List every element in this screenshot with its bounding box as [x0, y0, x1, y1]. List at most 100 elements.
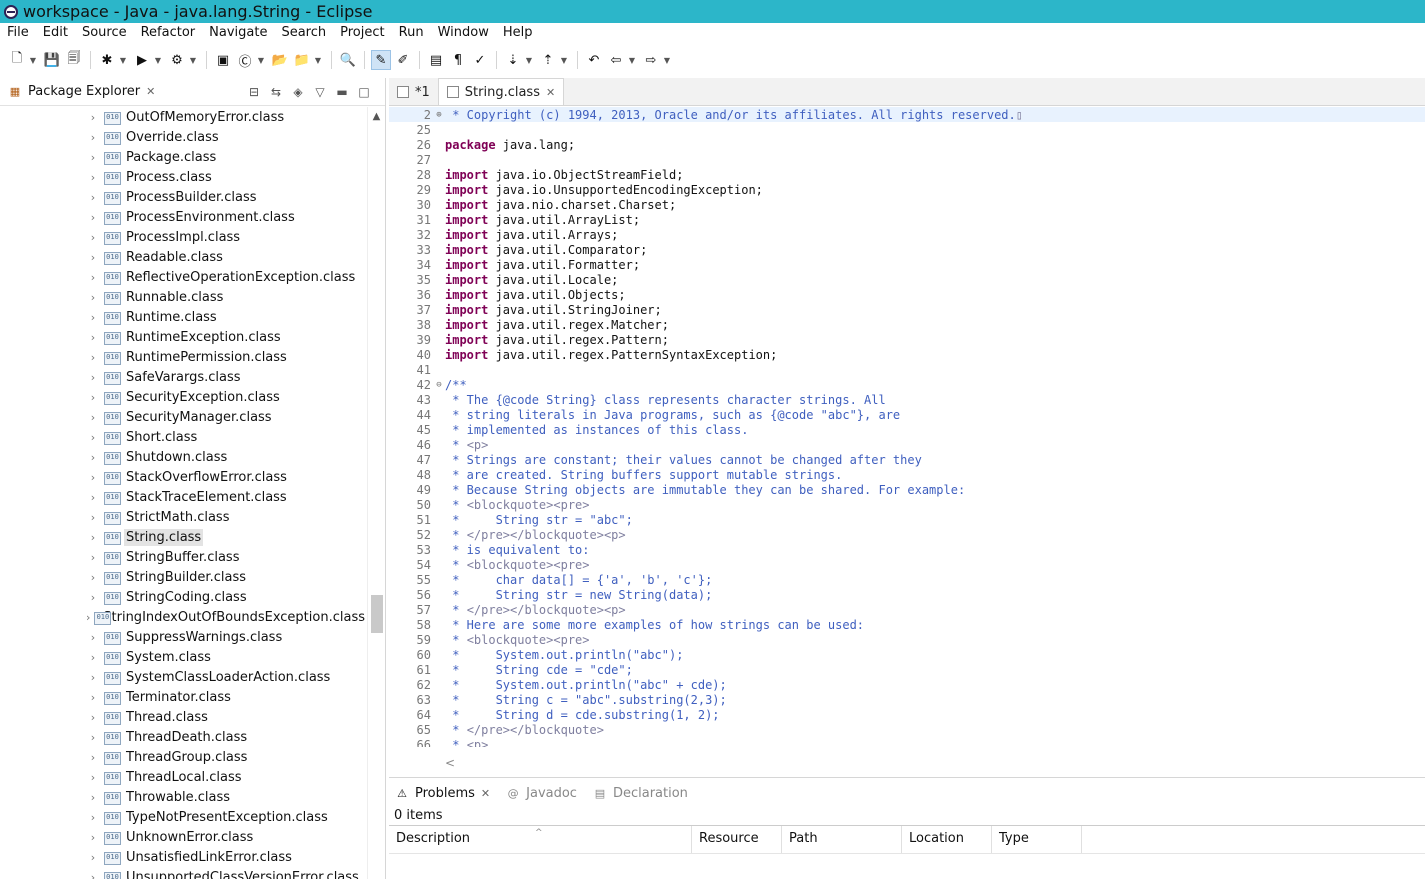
- tree-item[interactable]: › Throwable.class: [0, 787, 367, 807]
- minimize-icon[interactable]: ▬: [331, 85, 353, 99]
- expand-arrow-icon[interactable]: ›: [86, 551, 100, 564]
- tab-package-explorer[interactable]: ▦ Package Explorer ✕: [0, 78, 161, 106]
- open-task-icon[interactable]: 📁: [292, 50, 312, 70]
- tree-item[interactable]: › ThreadDeath.class: [0, 727, 367, 747]
- expand-arrow-icon[interactable]: ›: [86, 831, 100, 844]
- tree-item[interactable]: › StringCoding.class: [0, 587, 367, 607]
- expand-arrow-icon[interactable]: ›: [86, 811, 100, 824]
- tree-item[interactable]: › Readable.class: [0, 247, 367, 267]
- expand-arrow-icon[interactable]: ›: [86, 611, 90, 624]
- expand-arrow-icon[interactable]: ›: [86, 451, 100, 464]
- expand-arrow-icon[interactable]: ›: [86, 271, 100, 284]
- toggle-mark-occurrences-icon[interactable]: ✎: [371, 50, 391, 70]
- tree-item[interactable]: › ThreadGroup.class: [0, 747, 367, 767]
- expand-arrow-icon[interactable]: ›: [86, 411, 100, 424]
- new-class-icon[interactable]: Ⓒ: [235, 50, 255, 70]
- tab-declaration[interactable]: ▤ Declaration: [587, 786, 698, 801]
- tree-item[interactable]: › StringIndexOutOfBoundsException.class: [0, 607, 367, 627]
- forward-icon[interactable]: ⇨: [641, 50, 661, 70]
- tree-item[interactable]: › Process.class: [0, 167, 367, 187]
- open-type-icon[interactable]: 📂: [270, 50, 290, 70]
- expand-arrow-icon[interactable]: ›: [86, 651, 100, 664]
- search-icon[interactable]: 🔍: [338, 50, 358, 70]
- expand-arrow-icon[interactable]: ›: [86, 391, 100, 404]
- expand-arrow-icon[interactable]: ›: [86, 671, 100, 684]
- tree-item[interactable]: › ProcessBuilder.class: [0, 187, 367, 207]
- tree-item[interactable]: › Thread.class: [0, 707, 367, 727]
- menu-file[interactable]: File: [0, 23, 36, 43]
- expand-arrow-icon[interactable]: ›: [86, 851, 100, 864]
- dropdown-arrow-icon[interactable]: ▼: [28, 50, 38, 70]
- maximize-icon[interactable]: □: [353, 85, 375, 99]
- tree-item[interactable]: › StringBuilder.class: [0, 567, 367, 587]
- expand-arrow-icon[interactable]: ›: [86, 691, 100, 704]
- pin-icon[interactable]: ✓: [470, 50, 490, 70]
- run-icon[interactable]: ▶: [132, 50, 152, 70]
- tree-item[interactable]: › ProcessImpl.class: [0, 227, 367, 247]
- expand-arrow-icon[interactable]: ›: [86, 291, 100, 304]
- tree-item[interactable]: › StackOverflowError.class: [0, 467, 367, 487]
- dropdown-arrow-icon[interactable]: ▼: [256, 50, 266, 70]
- menu-help[interactable]: Help: [496, 23, 540, 43]
- tree-item[interactable]: › TypeNotPresentException.class: [0, 807, 367, 827]
- save-all-icon[interactable]: 🗐: [64, 50, 84, 70]
- tab-problems[interactable]: ⚠ Problems ✕: [389, 786, 500, 801]
- dropdown-arrow-icon[interactable]: ▼: [524, 50, 534, 70]
- dropdown-arrow-icon[interactable]: ▼: [118, 50, 128, 70]
- column-location[interactable]: Location: [902, 826, 992, 853]
- new-java-project-icon[interactable]: ▣: [213, 50, 233, 70]
- close-icon[interactable]: ✕: [546, 86, 555, 99]
- tree-item[interactable]: › Terminator.class: [0, 687, 367, 707]
- expand-arrow-icon[interactable]: ›: [86, 771, 100, 784]
- expand-arrow-icon[interactable]: ›: [86, 871, 100, 879]
- expand-arrow-icon[interactable]: ›: [86, 131, 100, 144]
- menu-window[interactable]: Window: [431, 23, 496, 43]
- tree-item[interactable]: › StackTraceElement.class: [0, 487, 367, 507]
- tree-item[interactable]: › ProcessEnvironment.class: [0, 207, 367, 227]
- dropdown-arrow-icon[interactable]: ▼: [662, 50, 672, 70]
- expand-fold-icon[interactable]: ⊕: [433, 110, 445, 120]
- collapse-all-icon[interactable]: ⊟: [243, 85, 265, 99]
- tab-string-class[interactable]: String.class ✕: [437, 78, 565, 105]
- dropdown-arrow-icon[interactable]: ▼: [627, 50, 637, 70]
- menu-project[interactable]: Project: [333, 23, 391, 43]
- tree-item[interactable]: › Runtime.class: [0, 307, 367, 327]
- tree-item[interactable]: › SecurityException.class: [0, 387, 367, 407]
- expand-arrow-icon[interactable]: ›: [86, 231, 100, 244]
- tree-item[interactable]: › System.class: [0, 647, 367, 667]
- tree-item[interactable]: › OutOfMemoryError.class: [0, 107, 367, 127]
- code-editor[interactable]: 2 ⊕ * Copyright (c) 1994, 2013, Oracle an…: [389, 107, 1425, 747]
- expand-arrow-icon[interactable]: ›: [86, 431, 100, 444]
- expand-arrow-icon[interactable]: ›: [86, 311, 100, 324]
- back-icon[interactable]: ⇦: [606, 50, 626, 70]
- column-description[interactable]: Description ^: [389, 826, 692, 853]
- expand-arrow-icon[interactable]: ›: [86, 751, 100, 764]
- column-type[interactable]: Type: [992, 826, 1082, 853]
- close-icon[interactable]: ✕: [481, 787, 490, 800]
- tree-item[interactable]: › String.class: [0, 527, 367, 547]
- tree-item[interactable]: › Runnable.class: [0, 287, 367, 307]
- menu-source[interactable]: Source: [75, 23, 134, 43]
- tree-item[interactable]: › SafeVarargs.class: [0, 367, 367, 387]
- tree-item[interactable]: › SuppressWarnings.class: [0, 627, 367, 647]
- tree-item[interactable]: › StringBuffer.class: [0, 547, 367, 567]
- expand-arrow-icon[interactable]: ›: [86, 591, 100, 604]
- view-menu-icon[interactable]: ▽: [309, 85, 331, 99]
- expand-arrow-icon[interactable]: ›: [86, 571, 100, 584]
- menu-refactor[interactable]: Refactor: [134, 23, 203, 43]
- expand-arrow-icon[interactable]: ›: [86, 351, 100, 364]
- expand-arrow-icon[interactable]: ›: [86, 151, 100, 164]
- tree-item[interactable]: › StrictMath.class: [0, 507, 367, 527]
- tab-untitled[interactable]: *1: [389, 79, 438, 105]
- tree-item[interactable]: › SecurityManager.class: [0, 407, 367, 427]
- tree-item[interactable]: › ThreadLocal.class: [0, 767, 367, 787]
- dropdown-arrow-icon[interactable]: ▼: [153, 50, 163, 70]
- expand-arrow-icon[interactable]: ›: [86, 711, 100, 724]
- expand-arrow-icon[interactable]: ›: [86, 331, 100, 344]
- column-resource[interactable]: Resource: [692, 826, 782, 853]
- menu-search[interactable]: Search: [274, 23, 333, 43]
- expand-arrow-icon[interactable]: ›: [86, 211, 100, 224]
- tree-item[interactable]: › ReflectiveOperationException.class: [0, 267, 367, 287]
- toggle-breadcrumb-icon[interactable]: ▤: [426, 50, 446, 70]
- expand-arrow-icon[interactable]: ›: [86, 631, 100, 644]
